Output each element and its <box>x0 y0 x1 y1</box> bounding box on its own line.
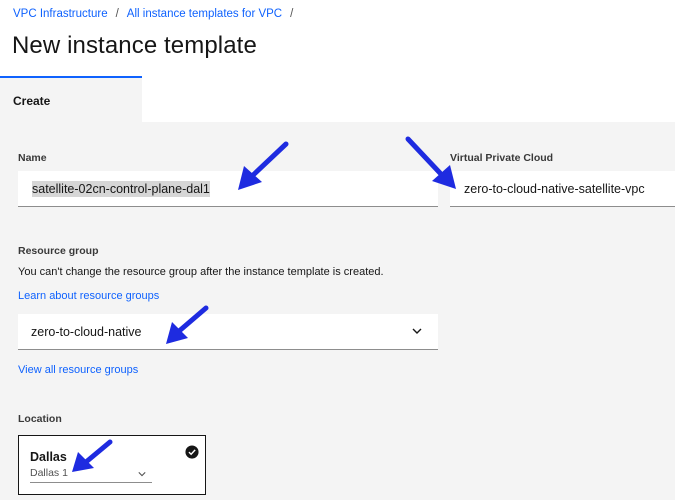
breadcrumb-separator: / <box>290 8 294 20</box>
name-input[interactable]: satellite-02cn-control-plane-dal1 <box>18 171 438 207</box>
learn-resource-groups-link[interactable]: Learn about resource groups <box>18 290 159 302</box>
breadcrumb-item-instance-templates[interactable]: All instance templates for VPC <box>127 8 282 20</box>
tab-create[interactable]: Create <box>0 76 142 122</box>
breadcrumb-separator: / <box>115 8 119 20</box>
location-tile-name: Dallas <box>30 450 67 464</box>
page-title: New instance template <box>12 32 257 59</box>
checkmark-filled-icon <box>185 445 199 459</box>
location-tile-dallas[interactable]: Dallas Dallas 1 <box>18 435 206 495</box>
location-label: Location <box>18 413 62 425</box>
vpc-label: Virtual Private Cloud <box>450 152 554 164</box>
view-all-resource-groups-link[interactable]: View all resource groups <box>18 364 138 376</box>
resource-group-label: Resource group <box>18 245 99 257</box>
resource-group-select[interactable]: zero-to-cloud-native <box>18 314 438 350</box>
vpc-field[interactable]: zero-to-cloud-native-satellite-vpc <box>450 171 675 207</box>
name-label: Name <box>18 152 47 164</box>
breadcrumb: VPC Infrastructure / All instance templa… <box>13 8 293 20</box>
breadcrumb-item-vpc-infrastructure[interactable]: VPC Infrastructure <box>13 8 108 20</box>
zone-value: Dallas 1 <box>30 467 68 479</box>
resource-group-help: You can't change the resource group afte… <box>18 266 384 278</box>
resource-group-value: zero-to-cloud-native <box>31 325 142 339</box>
chevron-down-icon <box>138 472 146 477</box>
zone-select[interactable]: Dallas 1 <box>30 467 152 483</box>
tab-create-label: Create <box>13 94 51 108</box>
vpc-value: zero-to-cloud-native-satellite-vpc <box>464 182 645 196</box>
tab-bar: Create <box>0 76 675 122</box>
chevron-down-icon <box>412 328 422 334</box>
name-input-value: satellite-02cn-control-plane-dal1 <box>32 181 210 197</box>
